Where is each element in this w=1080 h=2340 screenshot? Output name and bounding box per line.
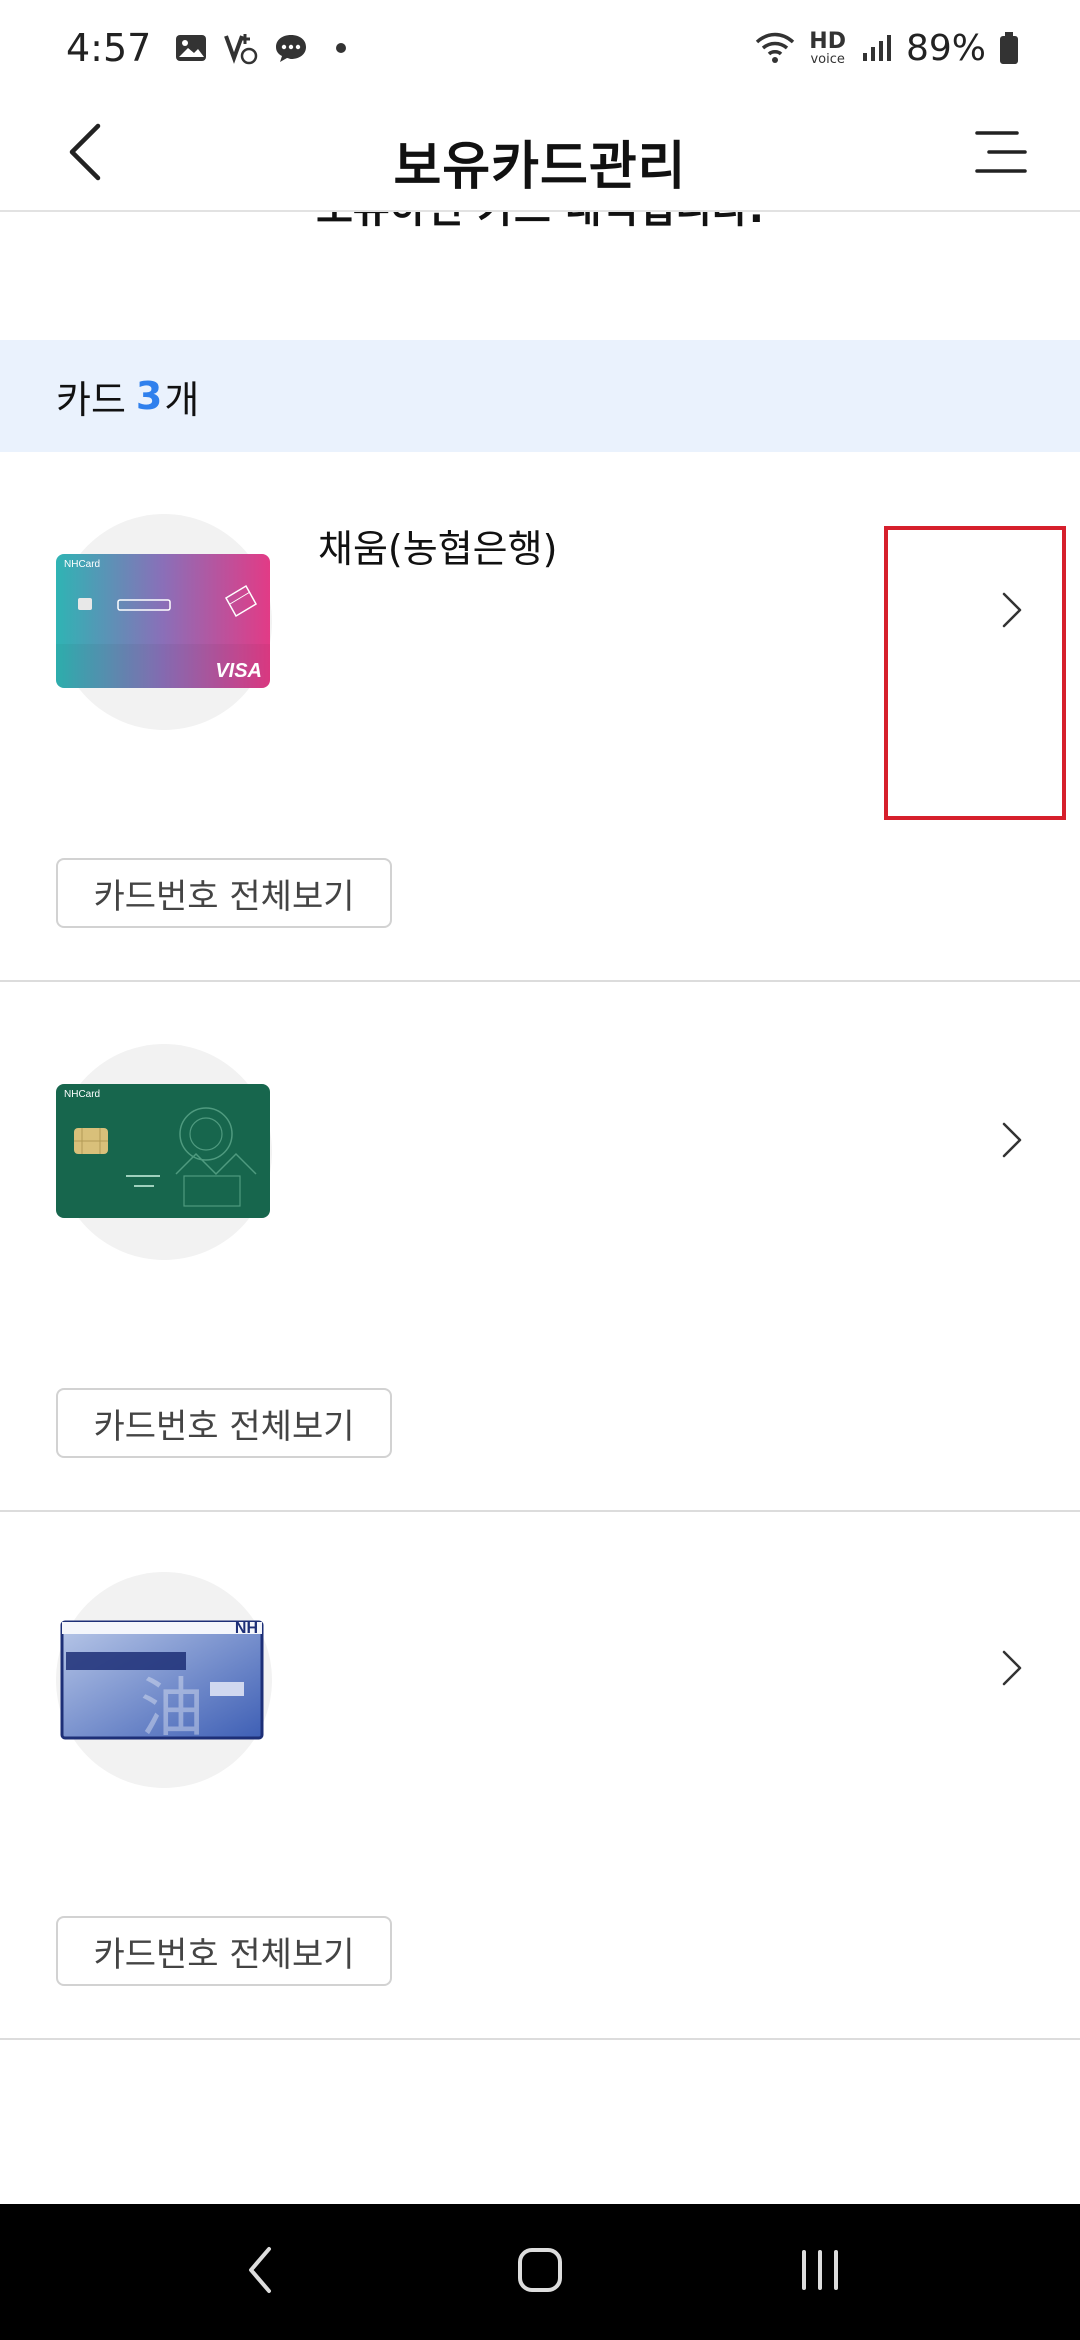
chat-icon	[273, 30, 309, 66]
intro-section: 보유하신 카드 내역입니다.	[0, 212, 1080, 340]
nav-back-icon	[245, 2245, 275, 2299]
view-card-number-button[interactable]: 카드번호 전체보기	[56, 1388, 392, 1458]
intro-text: 보유하신 카드 내역입니다.	[0, 212, 1080, 234]
status-notification-icons	[173, 30, 359, 66]
system-nav-bar	[0, 2204, 1080, 2340]
view-card-number-button[interactable]: 카드번호 전체보기	[56, 1916, 392, 1986]
menu-button[interactable]	[966, 120, 1034, 188]
hd-voice-indicator: HD voice	[809, 28, 846, 67]
wifi-icon	[753, 30, 797, 66]
battery-percent: 89%	[905, 27, 986, 69]
card-item[interactable]: 油 NH 카드번호 전체보기	[0, 1512, 1080, 2040]
chevron-right-icon	[1000, 1648, 1024, 1692]
dot-icon	[323, 30, 359, 66]
battery-icon	[998, 30, 1020, 66]
card-item[interactable]: NHCard 카드번호 전체보기	[0, 984, 1080, 1512]
nav-back-button[interactable]	[215, 2227, 305, 2317]
nav-home-button[interactable]	[495, 2227, 585, 2317]
card-name: 채움(농협은행)	[318, 527, 558, 571]
signal-icon	[858, 30, 894, 66]
volte-icon	[223, 30, 259, 66]
card-brand-text: NHCard	[64, 1089, 101, 1100]
voice-label: voice	[810, 51, 845, 67]
card-count-suffix: 개	[164, 377, 200, 422]
page-title: 보유카드관리	[393, 137, 687, 197]
card-brand-text: NHCard	[64, 559, 101, 570]
nav-recents-icon	[796, 2246, 844, 2298]
card-count-prefix: 카드	[56, 377, 126, 422]
card-image-green: NHCard	[56, 1084, 270, 1218]
nav-recents-button[interactable]	[775, 2227, 865, 2317]
visa-logo: VISA	[215, 660, 262, 682]
nav-home-icon	[516, 2246, 564, 2298]
hd-label: HD	[809, 28, 846, 54]
menu-icon	[971, 127, 1029, 181]
card-image-fuel: 油 NH	[60, 1612, 264, 1746]
chevron-right-icon	[1000, 1120, 1024, 1164]
highlight-box	[884, 526, 1066, 820]
card-count-bar: 카드 3 개	[0, 340, 1080, 452]
app-header: 보유카드관리	[0, 96, 1080, 212]
gallery-icon	[173, 30, 209, 66]
card-detail-arrow[interactable]	[980, 1110, 1044, 1174]
status-time: 4:57	[66, 26, 152, 70]
view-card-number-button[interactable]: 카드번호 전체보기	[56, 858, 392, 928]
card-count-number: 3	[135, 374, 163, 418]
card-detail-arrow[interactable]	[980, 1638, 1044, 1702]
card-brand-text: NH	[234, 1620, 258, 1637]
card-image-chaeum: NHCard VISA	[56, 554, 270, 688]
status-bar: 4:57 HD voice 89%	[0, 0, 1080, 96]
svg-text:油: 油	[140, 1672, 204, 1746]
status-system-icons: HD voice 89%	[753, 28, 1020, 69]
